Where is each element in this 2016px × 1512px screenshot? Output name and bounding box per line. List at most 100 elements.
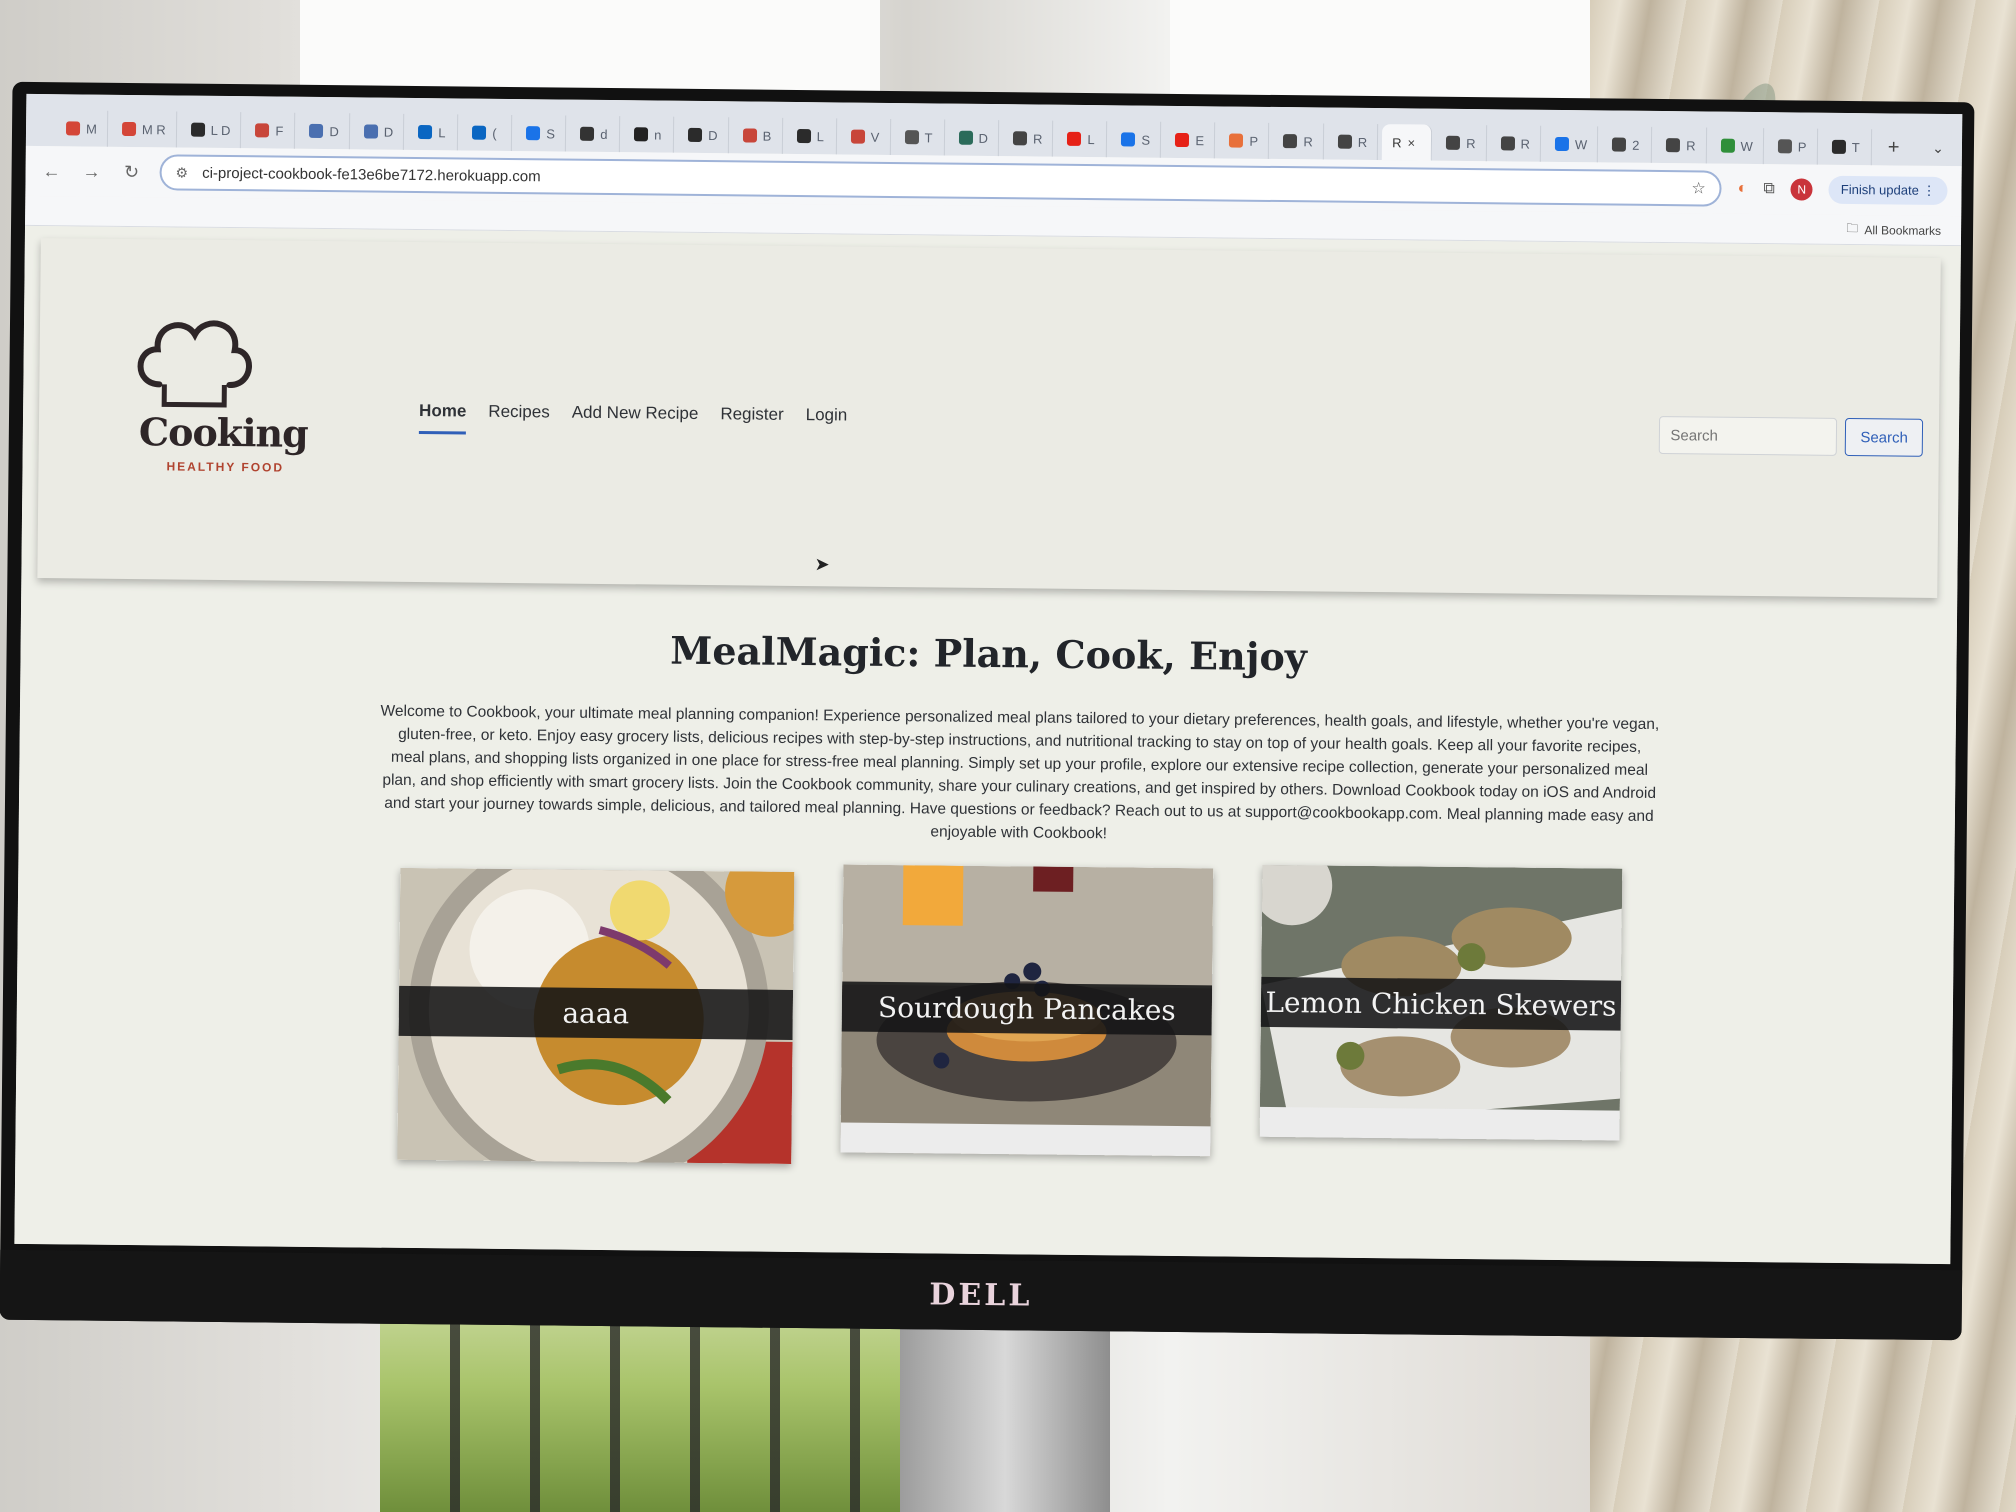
tab-favicon-icon — [904, 130, 919, 145]
tab-favicon-icon — [190, 122, 205, 137]
nav-link-recipes[interactable]: Recipes — [488, 401, 550, 435]
browser-tab[interactable]: M — [55, 110, 109, 147]
browser-tab[interactable]: T — [1821, 128, 1873, 166]
tab-label: T — [924, 129, 933, 145]
finish-update-button[interactable]: Finish update ⋮ — [1828, 175, 1948, 206]
recipe-card[interactable]: Lemon Chicken Skewers — [1259, 864, 1623, 1141]
tab-favicon-icon — [363, 124, 378, 139]
browser-tab[interactable]: n — [624, 116, 675, 153]
url-text: ci-project-cookbook-fe13e6be7172.herokua… — [202, 164, 541, 185]
tab-label: ( — [492, 125, 497, 141]
profile-avatar[interactable]: N — [1790, 178, 1813, 201]
tab-favicon-icon — [958, 130, 973, 145]
reload-icon[interactable]: ↻ — [119, 161, 143, 182]
tab-favicon-icon — [796, 128, 811, 144]
mouse-cursor-icon: ➤ — [814, 554, 830, 575]
tab-label: R — [1303, 133, 1313, 149]
site-info-icon[interactable]: ⚙ — [176, 164, 189, 181]
tab-label: M — [85, 121, 97, 137]
browser-tab[interactable]: S — [1111, 121, 1162, 158]
browser-tab[interactable]: P — [1219, 122, 1270, 159]
browser-tab[interactable]: L — [1057, 120, 1108, 158]
close-tab-icon[interactable]: × — [1407, 135, 1415, 150]
tab-label: R — [1357, 134, 1368, 150]
browser-tab[interactable]: 2 — [1602, 126, 1653, 163]
nav-link-login[interactable]: Login — [805, 405, 848, 438]
nav-link-register[interactable]: Register — [720, 404, 784, 438]
tab-favicon-icon — [255, 123, 270, 138]
tab-label: 2 — [1632, 137, 1640, 153]
extension-icon[interactable]: ◐ — [1738, 180, 1748, 198]
tab-favicon-icon — [1337, 134, 1352, 149]
recipe-card-caption: aaaa — [398, 985, 794, 1040]
browser-tab[interactable]: R — [1273, 122, 1324, 160]
recipe-card-footer — [1259, 1106, 1620, 1141]
all-bookmarks-link[interactable]: All Bookmarks — [1864, 223, 1941, 238]
browser-tab[interactable]: ( — [462, 114, 513, 151]
tab-label: n — [654, 126, 662, 143]
tab-label: R — [1466, 135, 1476, 151]
browser-tab[interactable]: V — [840, 118, 891, 155]
tab-favicon-icon — [742, 128, 757, 143]
recipe-card[interactable]: aaaa — [397, 867, 795, 1164]
nav-link-add-new-recipe[interactable]: Add New Recipe — [572, 402, 699, 436]
tab-favicon-icon — [1666, 138, 1681, 153]
browser-tab[interactable]: F — [245, 112, 296, 149]
browser-tab[interactable]: D — [948, 119, 1000, 157]
tab-favicon-icon — [65, 121, 81, 136]
chef-hat-icon — [137, 320, 252, 408]
browser-tab[interactable]: D — [353, 113, 405, 150]
site-header: Cooking HEALTHY FOOD Home Recipes Add New … — [37, 238, 1941, 598]
page-content: Cooking HEALTHY FOOD Home Recipes Add New … — [14, 225, 1961, 1265]
page-title: MealMagic: Plan, Cook, Enjoy — [670, 627, 1308, 680]
browser-tab[interactable]: P — [1767, 128, 1819, 165]
search-input[interactable] — [1659, 416, 1838, 456]
intro-paragraph: Welcome to Cookbook, your ultimate meal … — [380, 702, 1660, 843]
tab-label: L D — [210, 122, 231, 138]
new-tab-button[interactable]: + — [1876, 129, 1912, 165]
extensions-puzzle-icon[interactable]: ⧉ — [1763, 180, 1775, 198]
bookmark-star-icon[interactable]: ☆ — [1691, 178, 1706, 198]
search-button[interactable]: Search — [1845, 417, 1924, 457]
recipe-card[interactable]: Sourdough Pancakes — [840, 864, 1214, 1157]
browser-tab[interactable]: D — [299, 112, 351, 150]
forward-icon[interactable]: → — [79, 161, 103, 182]
browser-tab[interactable]: L — [786, 117, 837, 155]
browser-tab[interactable]: R — [1435, 124, 1487, 162]
browser-tab[interactable]: W — [1710, 127, 1765, 165]
browser-tab[interactable]: R — [1002, 120, 1054, 157]
tab-label: D — [978, 130, 989, 146]
browser-tab[interactable]: W — [1544, 125, 1599, 163]
browser-tab[interactable]: L D — [180, 111, 242, 149]
nav-link-home[interactable]: Home — [418, 400, 467, 435]
browser-tab[interactable]: D — [678, 116, 729, 154]
tab-label: R — [1520, 136, 1531, 152]
browser-tab[interactable]: L — [408, 113, 459, 151]
recipe-card-caption: Lemon Chicken Skewers — [1260, 976, 1622, 1031]
back-icon[interactable]: ← — [39, 161, 63, 182]
browser-tab[interactable]: R — [1327, 123, 1379, 161]
tab-favicon-icon — [121, 121, 136, 137]
tab-label: T — [1851, 139, 1860, 155]
tab-label: L — [816, 128, 824, 144]
browser-tab[interactable]: R — [1490, 125, 1542, 162]
recipe-card-title: Lemon Chicken Skewers — [1265, 985, 1617, 1023]
browser-tab[interactable]: T — [894, 119, 945, 156]
browser-tab[interactable]: R — [1656, 126, 1707, 164]
tab-favicon-icon — [1500, 136, 1515, 151]
browser-tab[interactable]: B — [732, 117, 783, 154]
tab-search-chevron-icon[interactable]: ⌄ — [1932, 130, 1944, 166]
browser-tab[interactable]: S — [516, 115, 567, 152]
browser-tab-active[interactable]: R × — [1381, 124, 1433, 161]
tab-label: S — [1141, 132, 1151, 148]
tab-favicon-icon — [1121, 132, 1136, 147]
tab-favicon-icon — [1446, 135, 1461, 150]
browser-tab[interactable]: E — [1165, 121, 1216, 159]
tab-label: D — [708, 127, 718, 143]
tab-favicon-icon — [472, 125, 487, 140]
browser-tab[interactable]: M R — [111, 110, 177, 148]
site-logo[interactable]: Cooking HEALTHY FOOD — [108, 299, 380, 522]
browser-tab[interactable]: d — [570, 115, 621, 153]
tab-label: E — [1195, 132, 1205, 148]
recipe-card-title: Sourdough Pancakes — [877, 990, 1176, 1027]
